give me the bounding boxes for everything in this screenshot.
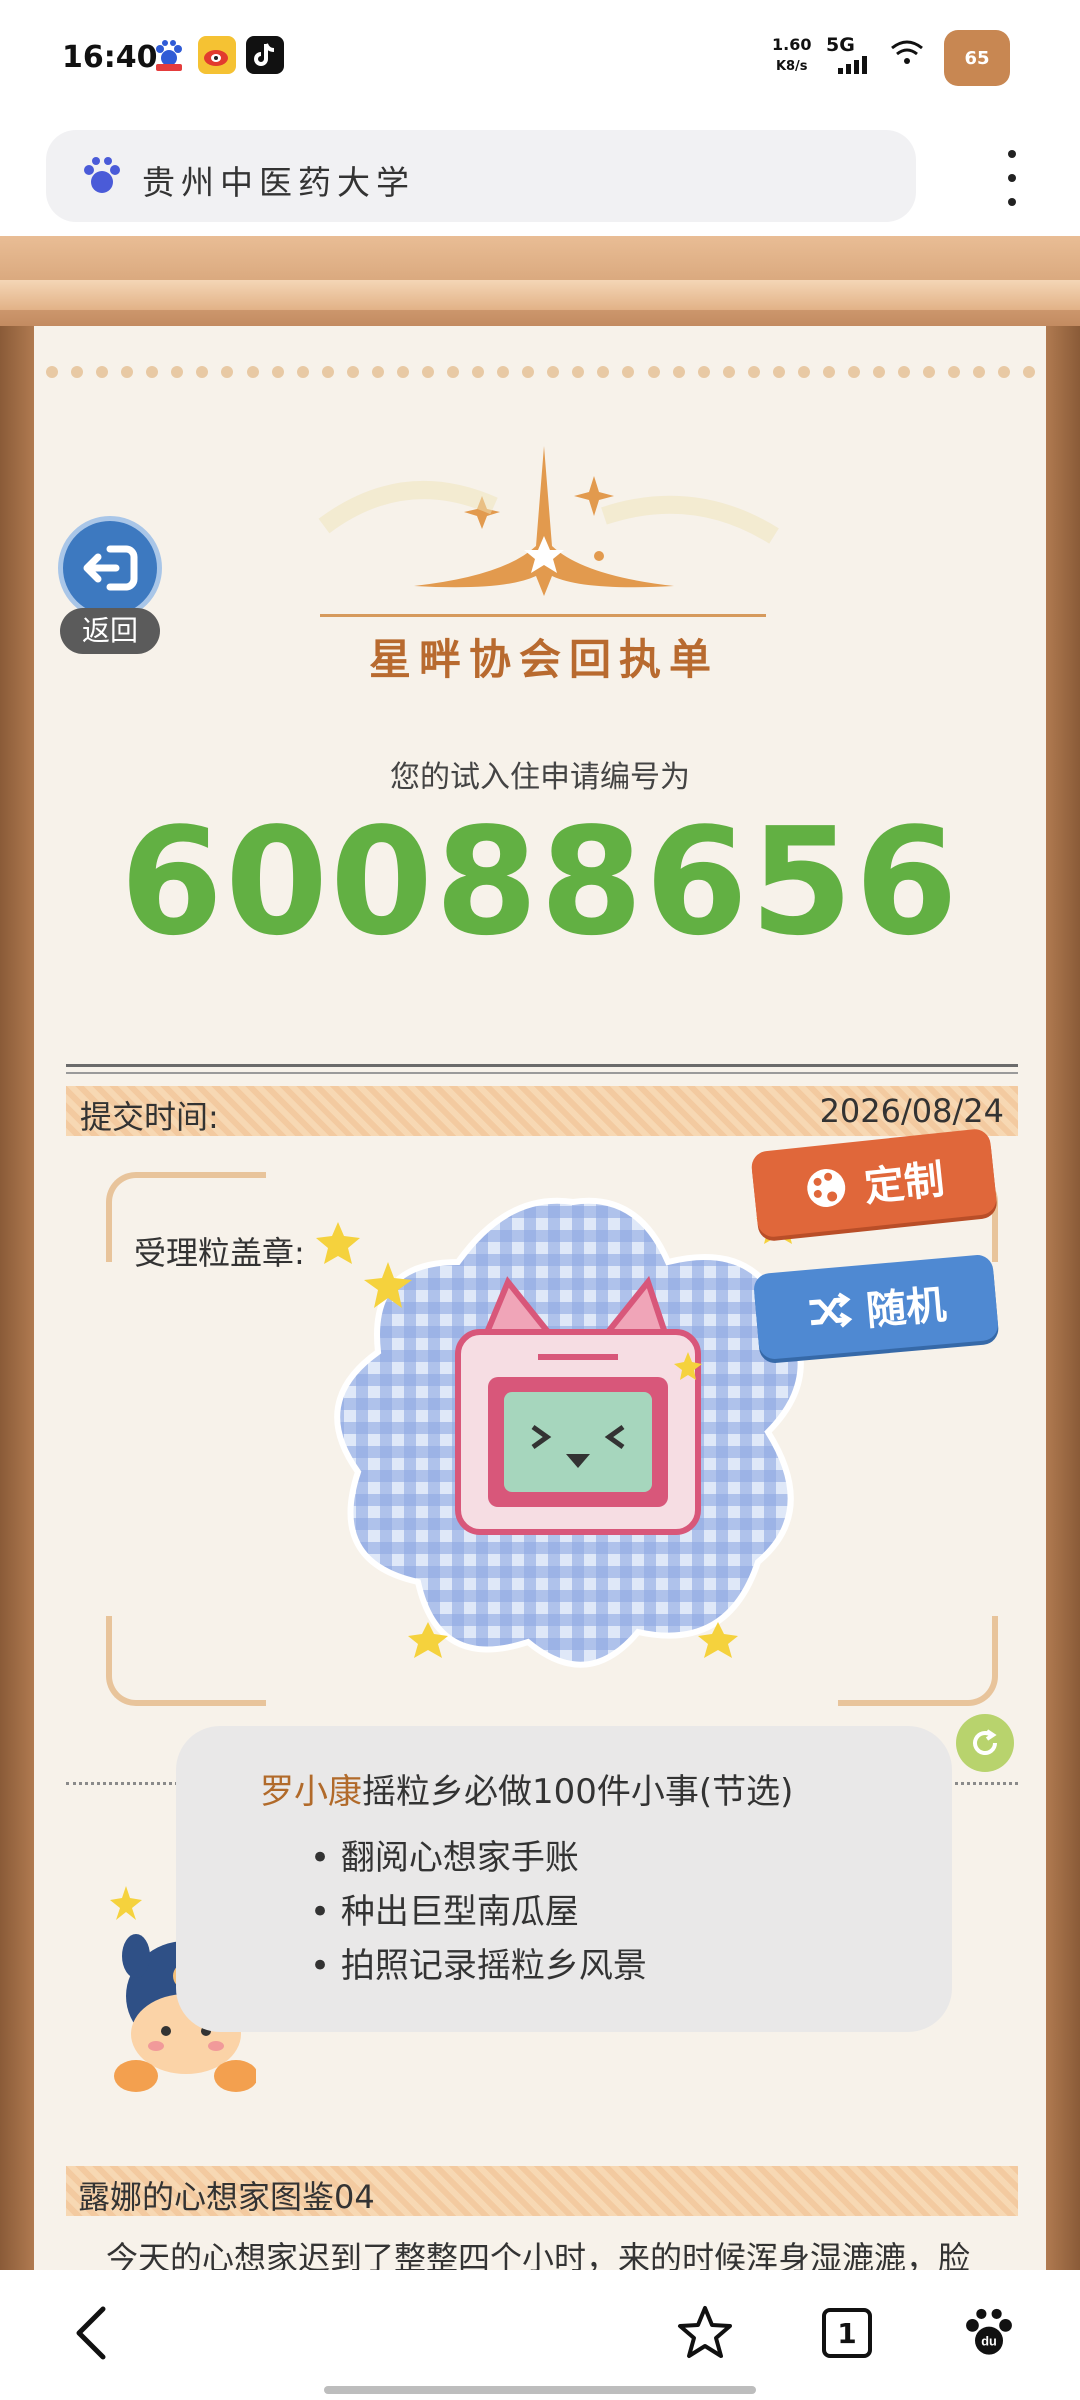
section-title: 露娜的心想家图鉴04 xyxy=(78,2178,375,2216)
status-time: 16:40 xyxy=(62,40,158,75)
frame-corner xyxy=(838,1616,998,1706)
refresh-button[interactable] xyxy=(956,1714,1014,1772)
todo-item: • 拍照记录摇粒乡风景 xyxy=(310,1946,647,1986)
svg-text:du: du xyxy=(981,2334,997,2349)
stamp-area: 受理粒盖章: xyxy=(68,1162,1012,1722)
todo-card: 罗小康摇粒乡必做100件小事(节选) • 翻阅心想家手账 • 种出巨型南瓜屋 •… xyxy=(176,1726,952,2032)
section-header: 露娜的心想家图鉴04 xyxy=(66,2166,1018,2216)
address-bar[interactable]: 贵州中医药大学 xyxy=(46,130,916,222)
net-speed: 1.60 K8/s xyxy=(772,35,812,74)
submit-date: 2026/08/24 xyxy=(819,1092,1004,1130)
tab-count: 1 xyxy=(822,2308,872,2358)
palette-icon xyxy=(807,1169,846,1208)
wood-frame-right xyxy=(1046,326,1080,2270)
back-button[interactable] xyxy=(58,516,162,620)
todo-list: • 翻阅心想家手账 • 种出巨型南瓜屋 • 拍照记录摇粒乡风景 xyxy=(310,1830,647,1992)
signal-icon xyxy=(838,56,867,74)
divider xyxy=(66,1064,1018,1074)
wood-frame-left xyxy=(0,326,34,2270)
shuffle-icon xyxy=(809,1292,853,1328)
weibo-icon xyxy=(198,36,236,74)
custom-button-label: 定制 xyxy=(862,1156,947,1211)
todo-item: • 翻阅心想家手账 xyxy=(310,1838,579,1878)
address-text: 贵州中医药大学 xyxy=(142,163,415,202)
application-subtitle: 您的试入住申请编号为 xyxy=(390,760,690,795)
todo-item: • 种出巨型南瓜屋 xyxy=(310,1892,579,1932)
submit-time-label: 提交时间: xyxy=(80,1098,219,1136)
page-top-border xyxy=(0,236,1080,326)
star-icon xyxy=(678,2306,732,2358)
tabs-button[interactable]: 1 xyxy=(812,2298,882,2368)
back-nav-button[interactable] xyxy=(56,2298,126,2368)
baidu-home-button[interactable]: du xyxy=(954,2298,1024,2368)
frame-corner xyxy=(106,1616,266,1706)
refresh-icon xyxy=(973,1729,997,1755)
baidu-paw-icon: du xyxy=(966,2308,1012,2355)
chevron-left-icon xyxy=(76,2306,106,2360)
story-text: 今天的心想家迟到了整整四个小时，来的时候浑身湿漉漉，脸蛋边缘还沾着棕色的点点，看… xyxy=(106,2239,971,2270)
wifi-icon xyxy=(891,40,923,64)
cat-tv-stamp-icon xyxy=(316,1197,804,1668)
status-bar: 16:40 1.60 K8/s 5G 65 xyxy=(0,0,1080,118)
logo-title: 星畔协会回执单 xyxy=(368,635,719,684)
battery-indicator: 65 xyxy=(944,30,1010,86)
back-arrow-icon xyxy=(83,545,138,591)
baidu-icon xyxy=(150,36,188,74)
network-type: 5G xyxy=(826,34,855,56)
todo-title-rest: 摇粒乡必做100件小事(节选) xyxy=(362,1772,794,1812)
logo-underline xyxy=(320,614,766,617)
application-number: 60088656 xyxy=(120,796,960,968)
todo-title: 罗小康摇粒乡必做100件小事(节选) xyxy=(260,1764,793,1813)
favorite-button[interactable] xyxy=(670,2298,740,2368)
baidu-paw-icon xyxy=(84,157,120,193)
bottom-nav: 1 du xyxy=(0,2270,1080,2400)
random-button-label: 随机 xyxy=(864,1281,949,1335)
star-logo-icon xyxy=(318,446,779,596)
submit-time-row: 提交时间: 2026/08/24 xyxy=(66,1086,1018,1136)
stamp-label: 受理粒盖章: xyxy=(134,1234,305,1272)
decorative-dots xyxy=(46,366,1036,380)
more-menu-button[interactable] xyxy=(992,150,1032,206)
back-label[interactable]: 返回 xyxy=(60,608,160,654)
home-indicator[interactable] xyxy=(324,2386,756,2394)
tiktok-icon xyxy=(246,36,284,74)
todo-name: 罗小康 xyxy=(260,1772,362,1812)
